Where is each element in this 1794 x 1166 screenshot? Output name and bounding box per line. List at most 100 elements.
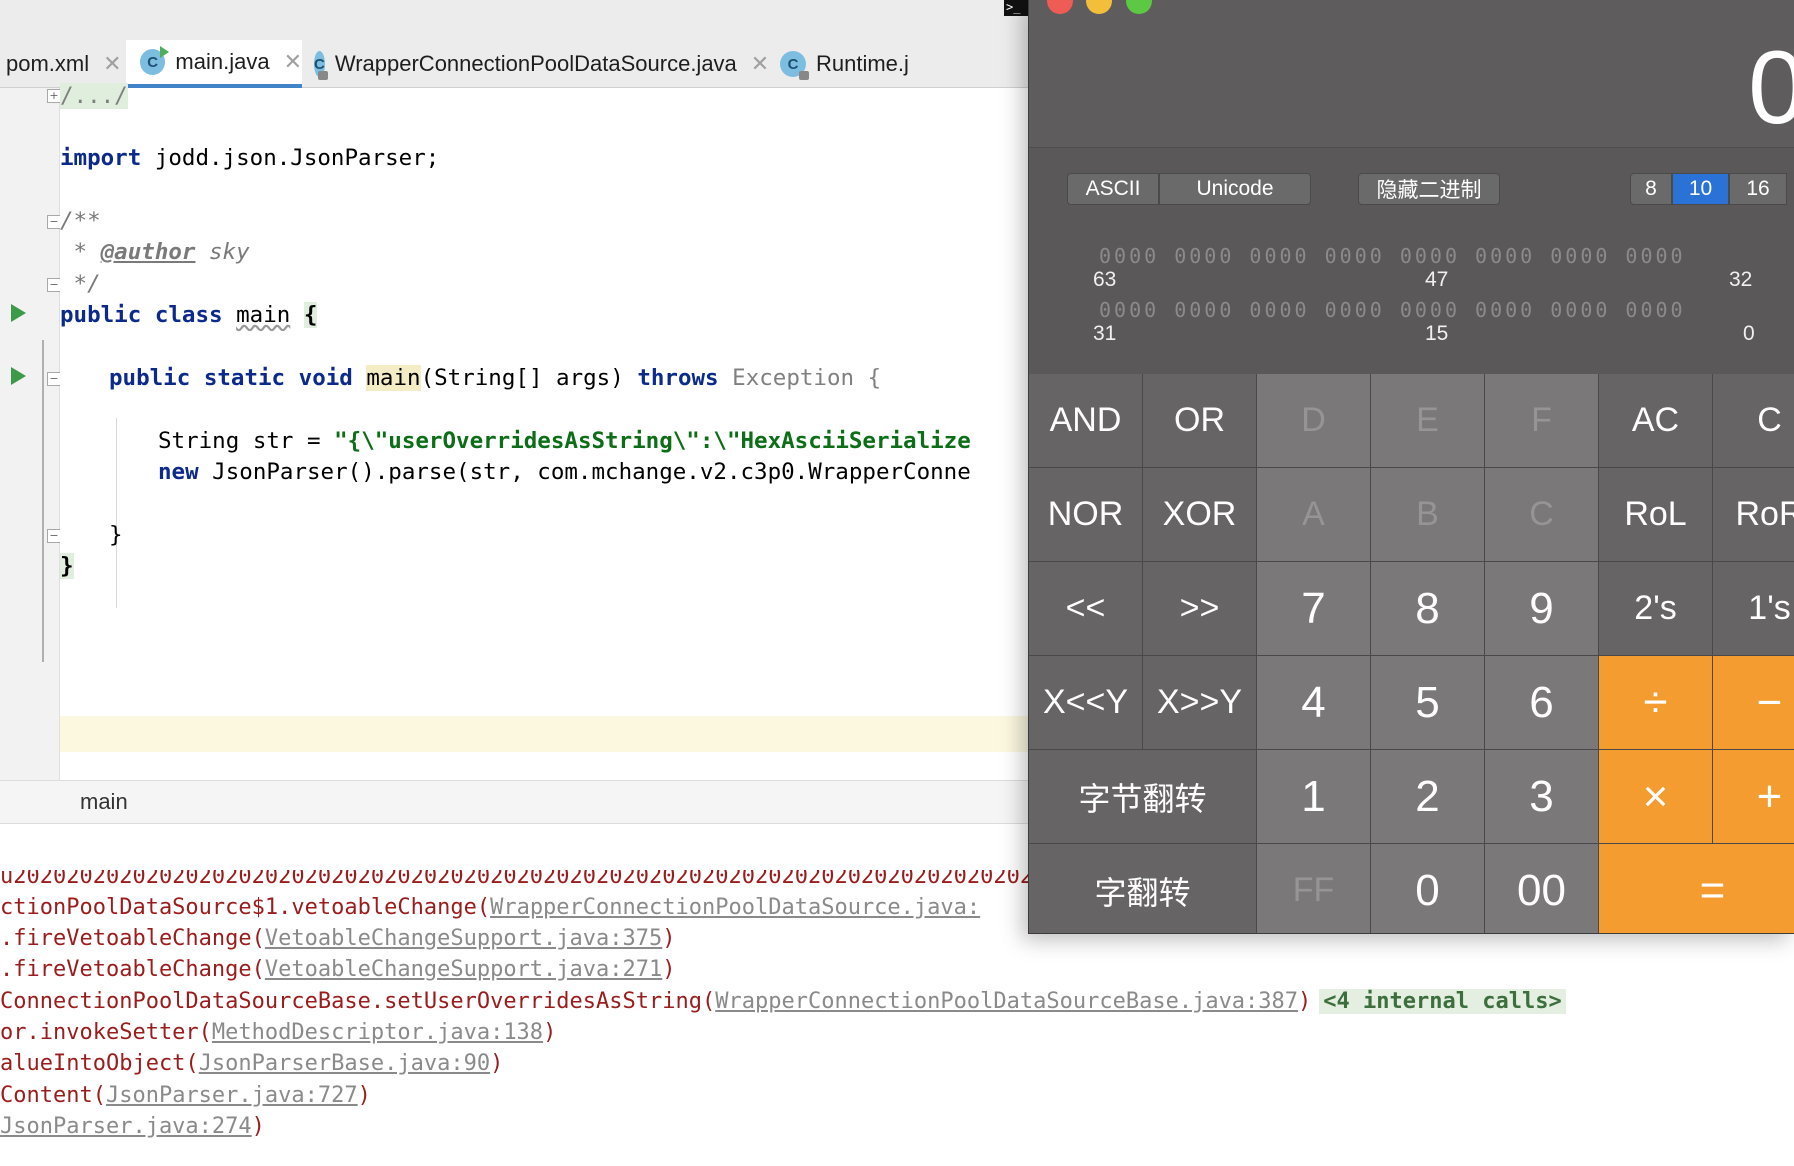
console-text: ) xyxy=(543,1019,557,1045)
console-text: u202020202020202020202020202020202020202… xyxy=(0,870,1087,889)
calculator-keypad: AND OR D E F AC C NOR XOR A B C RoL RoR … xyxy=(1029,374,1794,933)
close-icon[interactable]: ✕ xyxy=(103,51,121,77)
code-line-3: import jodd.json.JsonParser; xyxy=(60,140,439,176)
console-text: or.invokeSetter( xyxy=(0,1019,212,1045)
run-method-icon[interactable] xyxy=(11,367,26,385)
fold-collapse-icon[interactable]: − xyxy=(47,372,61,386)
tab-wrapper-connection-pool-datasource[interactable]: C WrapperConnectionPoolDataSource.java ✕ xyxy=(314,40,769,88)
nor-key[interactable]: NOR xyxy=(1029,468,1143,562)
stacktrace-link[interactable]: WrapperConnectionPoolDataSourceBase.java… xyxy=(715,989,1298,1014)
folded-imports[interactable]: /.../ xyxy=(60,83,128,109)
shift-left-y-key[interactable]: X<<Y xyxy=(1029,656,1143,750)
calculator-display-area xyxy=(1029,0,1794,148)
stacktrace-link[interactable]: JsonParser.java:274 xyxy=(0,1114,252,1139)
rotate-right-key[interactable]: RoR xyxy=(1713,468,1794,562)
digit-1-key[interactable]: 1 xyxy=(1257,750,1371,844)
digit-9-key[interactable]: 9 xyxy=(1485,562,1599,656)
gutter-marker-bar xyxy=(42,340,44,662)
multiply-key[interactable]: × xyxy=(1599,750,1713,844)
console-text: ) xyxy=(357,1082,371,1108)
add-key[interactable]: + xyxy=(1713,750,1794,844)
hex-ff-key[interactable]: FF xyxy=(1257,844,1371,933)
comment: * xyxy=(60,239,101,265)
digit-0-key[interactable]: 0 xyxy=(1371,844,1485,933)
close-icon[interactable]: ✕ xyxy=(284,49,302,75)
tab-runtime[interactable]: C Runtime.j xyxy=(780,40,1010,88)
or-key[interactable]: OR xyxy=(1143,374,1257,468)
equals-key[interactable]: = xyxy=(1599,844,1794,933)
all-clear-key[interactable]: AC xyxy=(1599,374,1713,468)
base-8-button[interactable]: 8 xyxy=(1630,173,1672,205)
bit-label: 31 xyxy=(1093,322,1117,345)
subtract-key[interactable]: − xyxy=(1713,656,1794,750)
comment: /** xyxy=(60,208,101,234)
shift-right-y-key[interactable]: X>>Y xyxy=(1143,656,1257,750)
console-line: JsonParser.java:274) xyxy=(0,1108,265,1144)
divide-key[interactable]: ÷ xyxy=(1599,656,1713,750)
stacktrace-link[interactable]: JsonParser.java:727 xyxy=(106,1083,358,1108)
console-text: ctionPoolDataSource$1.vetoableChange( xyxy=(0,894,491,920)
code-line-1: /.../ xyxy=(60,78,128,114)
digit-5-key[interactable]: 5 xyxy=(1371,656,1485,750)
hex-e-key[interactable]: E xyxy=(1371,374,1485,468)
stacktrace-link[interactable]: VetoableChangeSupport.java:375 xyxy=(265,926,662,951)
hex-f-key[interactable]: F xyxy=(1485,374,1599,468)
terminal-icon[interactable]: >_ xyxy=(1004,0,1030,16)
fold-end-icon[interactable]: − xyxy=(47,278,61,292)
run-class-icon[interactable] xyxy=(11,304,26,322)
close-icon[interactable]: ✕ xyxy=(751,51,769,77)
calculator-window: 0 ASCII Unicode 隐藏二进制 8 10 16 0000 0000 … xyxy=(1028,0,1794,934)
breadcrumb-item-main[interactable]: main xyxy=(80,789,128,815)
code-line-13: new JsonParser().parse(str, com.mchange.… xyxy=(158,454,971,490)
fold-expand-icon[interactable]: + xyxy=(47,89,61,103)
clear-key[interactable]: C xyxy=(1713,374,1794,468)
tab-label: pom.xml xyxy=(6,51,90,76)
hex-d-key[interactable]: D xyxy=(1257,374,1371,468)
bit-row-low[interactable]: 0000 0000 0000 0000 0000 0000 0000 0000 xyxy=(1099,298,1686,322)
stacktrace-link[interactable]: VetoableChangeSupport.java:271 xyxy=(265,957,662,982)
bit-label: 15 xyxy=(1425,322,1449,345)
and-key[interactable]: AND xyxy=(1029,374,1143,468)
fold-collapse-icon[interactable]: − xyxy=(47,215,61,229)
javadoc-tag: @author xyxy=(100,239,196,265)
console-text: ConnectionPoolDataSourceBase.setUserOver… xyxy=(0,988,716,1014)
shift-right-key[interactable]: >> xyxy=(1143,562,1257,656)
console-line: .fireVetoableChange(VetoableChangeSuppor… xyxy=(0,951,676,987)
current-line-highlight xyxy=(60,716,1094,752)
console-text: ) xyxy=(662,925,676,951)
digit-7-key[interactable]: 7 xyxy=(1257,562,1371,656)
rotate-left-key[interactable]: RoL xyxy=(1599,468,1713,562)
tab-main-java[interactable]: C main.java ✕ xyxy=(126,40,302,88)
hex-b-key[interactable]: B xyxy=(1371,468,1485,562)
stacktrace-link[interactable]: JsonParserBase.java:90 xyxy=(199,1051,490,1076)
tab-label: main.java xyxy=(175,49,270,74)
console-text: ) xyxy=(490,1050,504,1076)
hex-c-key[interactable]: C xyxy=(1485,468,1599,562)
bit-row-high[interactable]: 0000 0000 0000 0000 0000 0000 0000 0000 xyxy=(1099,244,1686,268)
digit-6-key[interactable]: 6 xyxy=(1485,656,1599,750)
unicode-button[interactable]: Unicode xyxy=(1159,173,1311,205)
digit-4-key[interactable]: 4 xyxy=(1257,656,1371,750)
word-flip-key[interactable]: 字翻转 xyxy=(1029,844,1257,933)
shift-left-key[interactable]: << xyxy=(1029,562,1143,656)
stacktrace-link[interactable]: WrapperConnectionPoolDataSource.java: xyxy=(490,895,980,920)
xor-key[interactable]: XOR xyxy=(1143,468,1257,562)
base-16-button[interactable]: 16 xyxy=(1729,173,1787,205)
twos-complement-key[interactable]: 2's xyxy=(1599,562,1713,656)
keyword: import xyxy=(60,145,142,171)
digit-2-key[interactable]: 2 xyxy=(1371,750,1485,844)
internal-calls-fold[interactable]: <4 internal calls> xyxy=(1319,988,1566,1014)
ones-complement-key[interactable]: 1's xyxy=(1713,562,1794,656)
ascii-button[interactable]: ASCII xyxy=(1067,173,1159,205)
parse-call: JsonParser().parse(str, com.mchange.v2.c… xyxy=(198,459,971,485)
hide-binary-button[interactable]: 隐藏二进制 xyxy=(1358,173,1500,205)
stacktrace-link[interactable]: MethodDescriptor.java:138 xyxy=(212,1020,543,1045)
keyword: throws xyxy=(637,365,719,391)
double-zero-key[interactable]: 00 xyxy=(1485,844,1599,933)
digit-3-key[interactable]: 3 xyxy=(1485,750,1599,844)
base-10-button[interactable]: 10 xyxy=(1672,173,1729,205)
fold-end-icon[interactable]: − xyxy=(47,529,61,543)
byte-flip-key[interactable]: 字节翻转 xyxy=(1029,750,1257,844)
hex-a-key[interactable]: A xyxy=(1257,468,1371,562)
digit-8-key[interactable]: 8 xyxy=(1371,562,1485,656)
